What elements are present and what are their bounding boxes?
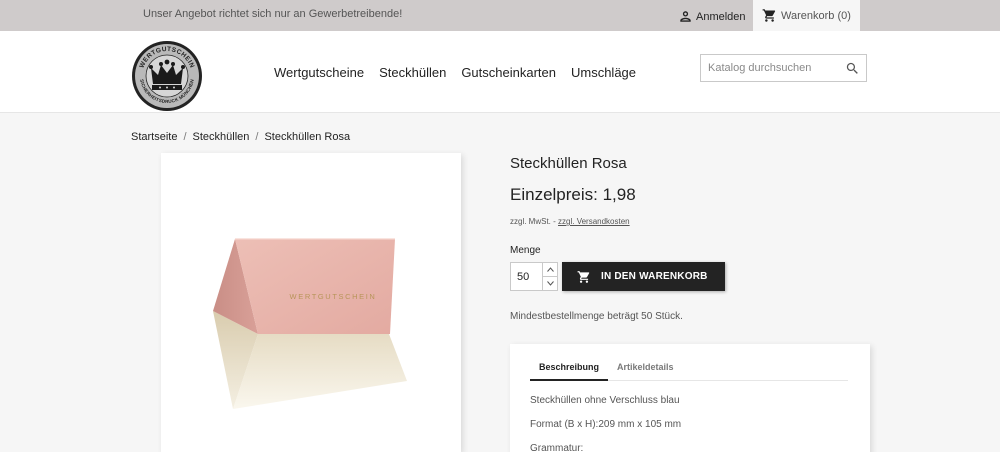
tab-bar: Beschreibung Artikeldetails [530, 362, 848, 381]
add-to-cart-button[interactable]: IN DEN WARENKORB [562, 262, 725, 291]
top-bar: Unser Angebot richtet sich nur an Gewerb… [0, 0, 1000, 31]
quantity-decrease-button[interactable] [542, 276, 558, 290]
tax-note: zzgl. MwSt. - zzgl. Versandkosten [510, 217, 630, 226]
login-link[interactable]: Anmelden [679, 10, 746, 23]
search-box [700, 54, 867, 82]
breadcrumb-home[interactable]: Startseite [131, 131, 177, 143]
breadcrumb-category[interactable]: Steckhüllen [193, 131, 250, 143]
search-input[interactable] [701, 55, 841, 81]
envelope-image: WERTGUTSCHEIN [213, 238, 407, 409]
site-header: WERTGUTSCHEIN SICHERHEITSDRUCK MÜNCHEN W… [0, 31, 1000, 113]
product-image[interactable]: WERTGUTSCHEIN [161, 153, 461, 452]
add-to-cart-label: IN DEN WARENKORB [601, 271, 708, 282]
tab-product-details[interactable]: Artikeldetails [608, 362, 683, 381]
description-line: Grammatur: [530, 443, 584, 452]
tax-note-text: zzgl. MwSt. - [510, 217, 556, 226]
nav-item-umschlaege[interactable]: Umschläge [571, 65, 636, 80]
quantity-increase-button[interactable] [542, 263, 558, 277]
breadcrumb-current[interactable]: Steckhüllen Rosa [264, 131, 350, 143]
shipping-cost-link[interactable]: zzgl. Versandkosten [558, 217, 630, 226]
crown-logo-icon: WERTGUTSCHEIN SICHERHEITSDRUCK MÜNCHEN [132, 41, 202, 111]
product-title: Steckhüllen Rosa [510, 155, 627, 172]
logo[interactable]: WERTGUTSCHEIN SICHERHEITSDRUCK MÜNCHEN [131, 40, 203, 112]
user-icon [680, 11, 691, 22]
tab-description[interactable]: Beschreibung [530, 362, 609, 381]
breadcrumb: Startseite / Steckhüllen / Steckhüllen R… [131, 131, 350, 143]
minimum-order-note: Mindestbestellmenge beträgt 50 Stück. [510, 311, 683, 322]
cart-link[interactable]: Warenkorb (0) [753, 0, 860, 31]
chevron-up-icon [547, 267, 554, 272]
breadcrumb-separator: / [183, 131, 187, 143]
shopping-cart-icon [577, 270, 590, 283]
business-notice: Unser Angebot richtet sich nur an Gewerb… [143, 8, 403, 20]
product-tabs-panel: Beschreibung Artikeldetails Steckhüllen … [510, 344, 870, 452]
quantity-label: Menge [510, 245, 541, 256]
product-price: Einzelpreis: 1,98 [510, 185, 636, 204]
envelope-print-text: WERTGUTSCHEIN [290, 292, 377, 301]
quantity-stepper [510, 262, 558, 291]
search-icon[interactable] [845, 61, 860, 81]
description-line: Steckhüllen ohne Verschluss blau [530, 395, 680, 406]
shopping-cart-icon [762, 9, 776, 22]
nav-item-steckhuellen[interactable]: Steckhüllen [379, 65, 446, 80]
chevron-down-icon [547, 280, 554, 286]
nav-item-wertgutscheine[interactable]: Wertgutscheine [274, 65, 364, 80]
breadcrumb-separator: / [255, 131, 259, 143]
login-label: Anmelden [696, 10, 746, 23]
description-line: Format (B x H):209 mm x 105 mm [530, 419, 682, 430]
main-navigation: Wertgutscheine Steckhüllen Gutscheinkart… [274, 65, 636, 80]
cart-label: Warenkorb (0) [781, 9, 851, 22]
nav-item-gutscheinkarten[interactable]: Gutscheinkarten [461, 65, 556, 80]
quantity-input[interactable] [511, 263, 542, 290]
